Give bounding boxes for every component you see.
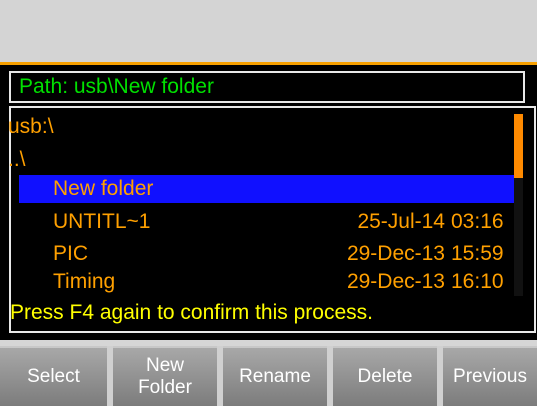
list-item-timing[interactable]: Timing 29-Dec-13 16:10 (19, 268, 517, 296)
file-name: usb:\ (8, 115, 54, 138)
list-item-untitl[interactable]: UNTITL~1 25-Jul-14 03:16 (19, 208, 517, 236)
file-name: New folder (53, 177, 154, 200)
scrollbar[interactable] (514, 114, 523, 296)
list-item-new-folder[interactable]: New folder (19, 175, 516, 203)
list-item-parent-dir[interactable]: ..\ (8, 146, 506, 174)
file-time: 03:16 (451, 210, 504, 233)
previous-button[interactable]: Previous (443, 346, 537, 406)
list-item-pic[interactable]: PIC 29-Dec-13 15:59 (19, 240, 517, 268)
confirmation-message: Press F4 again to confirm this process. (10, 301, 373, 324)
rename-button[interactable]: Rename (223, 346, 327, 406)
scrollbar-thumb[interactable] (514, 114, 523, 178)
file-name: UNTITL~1 (53, 210, 151, 233)
path-display: Path: usb\New folder (9, 71, 525, 103)
file-name: PIC (53, 242, 89, 265)
list-item-usb-root[interactable]: usb:\ (8, 113, 506, 141)
new-folder-button[interactable]: New Folder (113, 346, 217, 406)
file-name: Timing (53, 270, 116, 293)
file-name: ..\ (8, 148, 26, 171)
top-status-bar (0, 0, 537, 62)
file-time: 16:10 (451, 270, 504, 293)
softkey-bar: Select New Folder Rename Delete Previous (0, 346, 537, 406)
path-label: Path: usb\New folder (19, 75, 214, 98)
file-time: 15:59 (451, 242, 504, 265)
file-date: 25-Jul-14 (357, 210, 445, 233)
select-button[interactable]: Select (0, 346, 107, 406)
file-date: 29-Dec-13 (346, 270, 445, 293)
file-date: 29-Dec-13 (346, 242, 445, 265)
delete-button[interactable]: Delete (333, 346, 437, 406)
